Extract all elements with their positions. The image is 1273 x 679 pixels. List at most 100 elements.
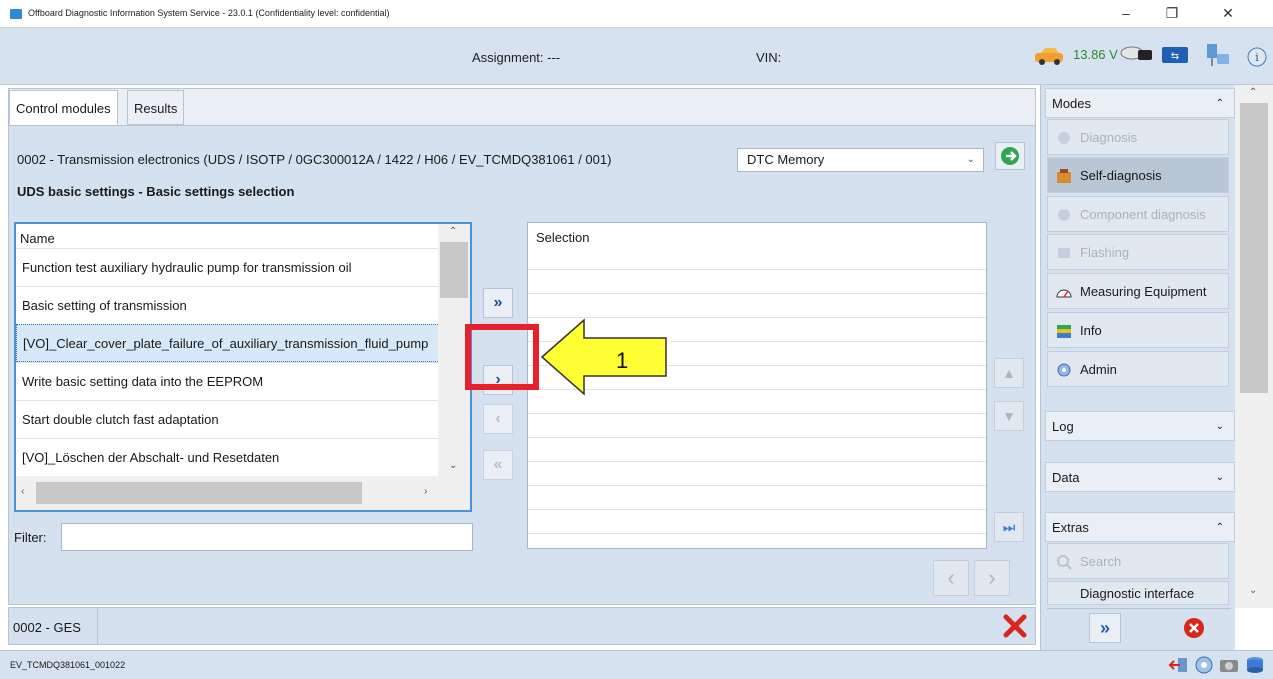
move-up-button[interactable]: ▲ [994,358,1024,388]
status-bar: EV_TCMDQ381061_001022 [0,650,1273,679]
flashing-icon [1058,248,1070,258]
dtc-memory-dropdown[interactable]: DTC Memory ⌄ [737,148,984,172]
mode-label: Info [1080,323,1102,338]
modes-section-header[interactable]: Modes ⌃ [1045,88,1235,118]
next-button[interactable]: › [974,560,1010,596]
info-icon[interactable]: i [1246,46,1268,68]
svg-text:i: i [1255,51,1259,64]
close-window-button[interactable]: ✕ [1206,2,1250,24]
usb-connection-icon: ⇆ [1162,47,1188,63]
ecu-short-name: 0002 - GES [13,620,81,635]
filter-label: Filter: [14,530,47,545]
remove-all-button[interactable]: « [483,450,513,480]
go-button[interactable] [995,142,1025,170]
status-id: EV_TCMDQ381061_001022 [10,660,126,670]
modes-header-label: Modes [1052,96,1092,111]
dropdown-value: DTC Memory [747,152,825,167]
mode-label: Diagnosis [1080,130,1138,145]
filter-input[interactable] [61,523,473,551]
battery-voltage: 13.86 V [1073,47,1118,62]
diagnosis-icon [1058,132,1070,144]
annotation-highlight-box [465,324,539,390]
vci-connector-icon [1120,46,1152,60]
scroll-up-icon[interactable]: ⌃ [449,226,457,237]
mode-diagnosis[interactable]: Diagnosis [1047,119,1229,155]
cancel-x-icon[interactable] [1002,612,1028,640]
extras-search[interactable]: Search [1047,543,1229,579]
skip-to-end-button[interactable]: ⏭ [994,512,1024,542]
camera-icon[interactable] [1218,655,1240,675]
chevron-up-icon: ⌃ [1215,522,1224,533]
books-icon [1057,325,1071,338]
mode-admin[interactable]: Admin [1047,351,1229,387]
annotation-label: 1 [616,348,628,373]
data-header-label: Data [1052,470,1080,485]
network-icon [1207,44,1229,66]
add-all-button[interactable]: » [483,288,513,318]
database-icon[interactable] [1244,655,1266,675]
chevron-down-icon: ⌄ [966,154,975,165]
list-item[interactable]: Write basic setting data into the EEPROM [16,362,440,400]
sidebar: Modes ⌃ Diagnosis Self-diagnosis Compone… [1040,85,1235,650]
mode-self-diagnosis[interactable]: Self-diagnosis [1047,157,1229,193]
sidebar-scrollbar[interactable]: ⌃ ⌄ [1235,85,1273,608]
maximize-button[interactable]: ❐ [1150,2,1194,24]
mode-measuring-equipment[interactable]: Measuring Equipment [1047,273,1229,309]
continue-button[interactable]: » [1089,613,1121,643]
list-item-selected[interactable]: [VO]_Clear_cover_plate_failure_of_auxili… [16,324,440,362]
chevron-up-icon: ⌃ [1215,98,1224,109]
list-item[interactable]: Function test auxiliary hydraulic pump f… [16,248,440,286]
vin-label: VIN: [756,50,782,65]
annotation-arrow: 1 [540,318,667,396]
remove-button[interactable]: ‹ [483,404,513,434]
mode-component-diagnosis[interactable]: Component diagnosis [1047,196,1229,232]
exit-icon[interactable] [1168,655,1190,675]
chevron-down-icon: ⌄ [1215,472,1224,483]
scroll-thumb[interactable] [440,242,468,298]
horizontal-scrollbar[interactable]: ‹ › [16,476,470,510]
sidebar-action-bar: » [1047,608,1231,646]
settings-icon[interactable] [1194,655,1214,675]
list-item[interactable]: [VO]_Löschen der Abschalt- und Resetdate… [16,438,440,476]
scroll-down-icon[interactable]: ⌄ [1249,585,1257,596]
scroll-left-icon[interactable]: ‹ [21,486,24,497]
mode-label: Self-diagnosis [1080,168,1162,183]
extras-diagnostic-interface[interactable]: Diagnostic interface [1047,581,1229,605]
previous-button[interactable]: ‹ [933,560,969,596]
scroll-right-icon[interactable]: › [424,486,427,497]
mode-label: Measuring Equipment [1080,284,1207,299]
mode-label: Admin [1080,362,1117,377]
tab-results[interactable]: Results [127,90,185,125]
extras-label: Search [1080,554,1122,569]
data-section-header[interactable]: Data ⌄ [1045,462,1235,492]
extras-section-header[interactable]: Extras ⌃ [1045,512,1235,542]
log-section-header[interactable]: Log ⌄ [1045,411,1235,441]
arrow-right-circle-icon [1001,147,1019,165]
column-header-selection: Selection [536,230,590,245]
tab-control-modules[interactable]: Control modules [9,90,118,125]
admin-gear-icon [1057,363,1071,377]
header-bar: Assignment: --- VIN: 13.86 V ⇆ i [0,28,1273,85]
log-header-label: Log [1052,419,1074,434]
chevron-down-icon: ⌄ [1215,421,1224,432]
mode-flashing[interactable]: Flashing [1047,234,1229,270]
mode-label: Flashing [1080,245,1130,260]
move-down-button[interactable]: ▼ [994,401,1024,431]
scroll-thumb[interactable] [36,482,362,504]
stop-icon[interactable] [1181,615,1207,641]
svg-text:⇆: ⇆ [1171,51,1179,62]
window-title: Offboard Diagnostic Information System S… [28,8,390,18]
scroll-thumb[interactable] [1240,103,1268,393]
section-heading: UDS basic settings - Basic settings sele… [17,184,295,199]
app-icon [10,9,22,19]
column-header-name: Name [20,231,55,246]
basic-settings-list[interactable]: Name Function test auxiliary hydraulic p… [14,222,472,512]
search-icon [1057,555,1072,570]
list-item[interactable]: Basic setting of transmission [16,286,440,324]
scroll-up-icon[interactable]: ⌃ [1249,87,1257,98]
minimize-button[interactable]: – [1104,2,1148,24]
list-item[interactable]: Start double clutch fast adaptation [16,400,440,438]
scroll-down-icon[interactable]: ⌄ [449,460,457,471]
mode-info[interactable]: Info [1047,312,1229,348]
extras-header-label: Extras [1052,520,1089,535]
